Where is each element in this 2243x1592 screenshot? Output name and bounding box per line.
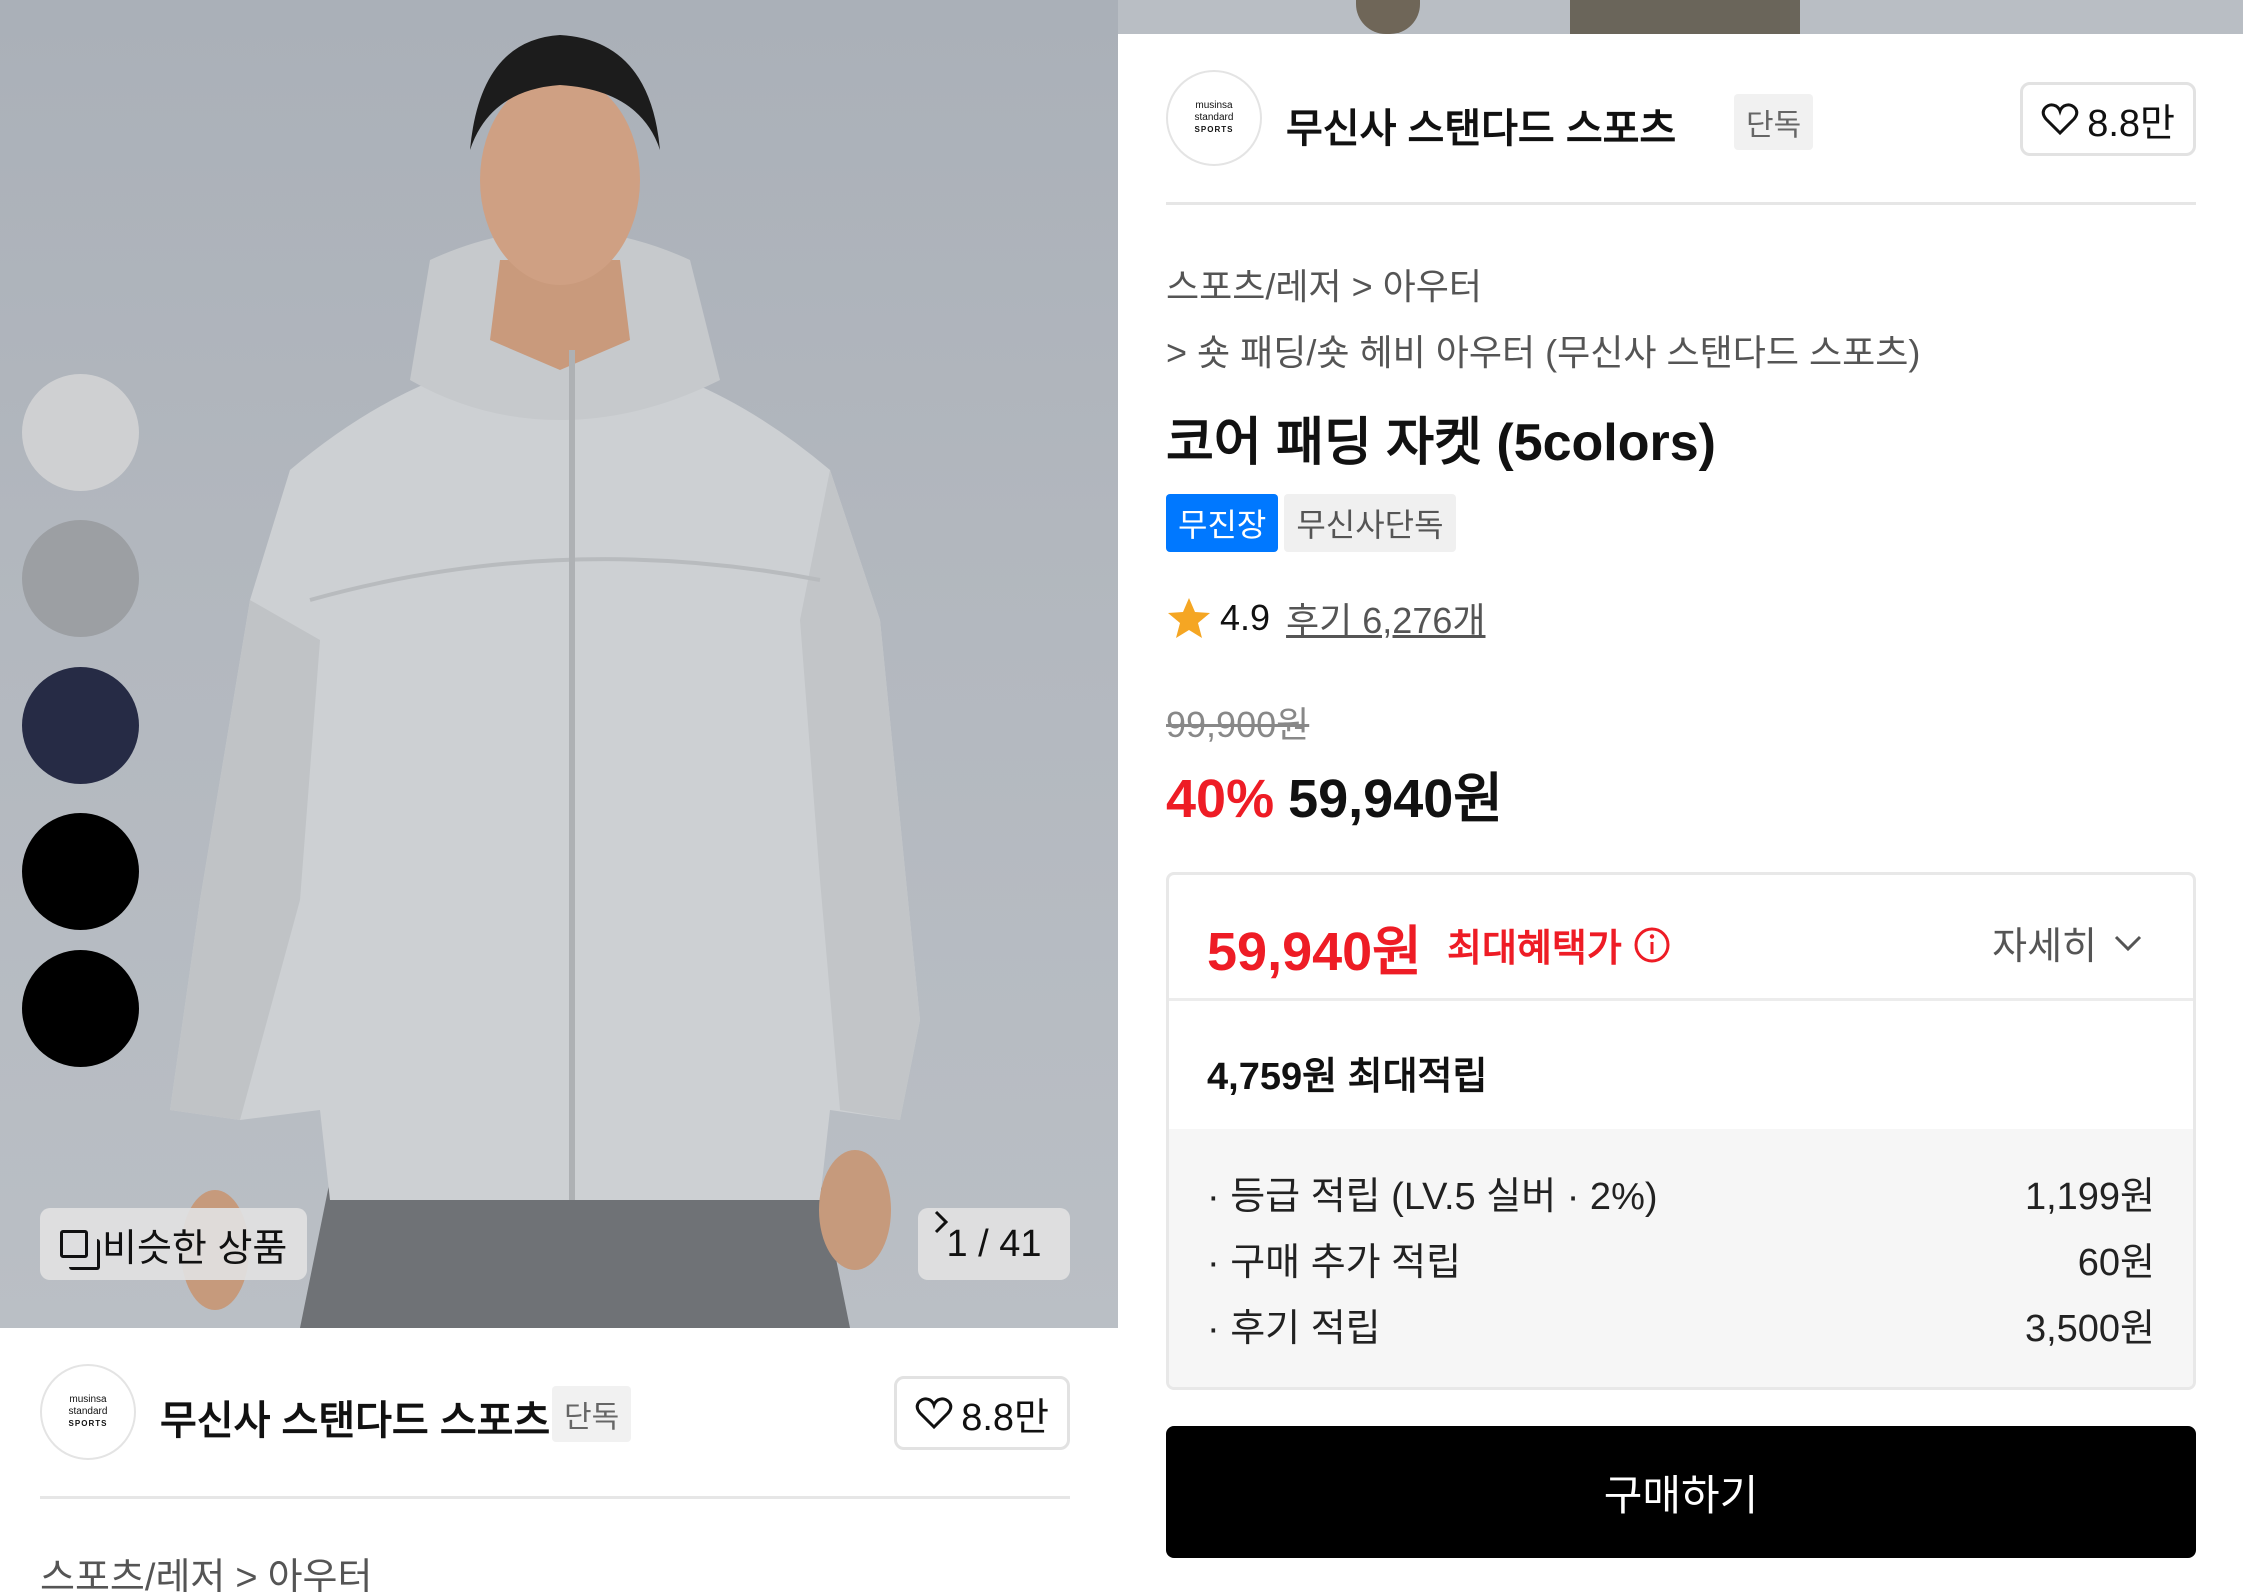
logo-line-1: musinsa	[69, 1394, 107, 1405]
detail-toggle-button[interactable]: 자세히	[1992, 915, 2143, 970]
logo-line-2: standard	[1194, 112, 1234, 123]
color-swatch-light-gray[interactable]	[22, 374, 139, 491]
breadcrumb: 스포츠/레저 > 아우터	[1166, 258, 1482, 310]
logo-line-3: SPORTS	[68, 1419, 108, 1428]
divider	[40, 1496, 1070, 1499]
breadcrumb-level3[interactable]: 숏 패딩/숏 헤비 아우터 (무신사 스탠다드 스포츠)	[1197, 332, 1920, 373]
benefit-box: 59,940원 최대혜택가 자세히 4,759원 최대적립 · 등급 적립 (L…	[1166, 872, 2196, 1390]
similar-label: 비슷한 상품	[102, 1227, 288, 1270]
point-value: 3,500원	[2024, 1307, 2155, 1350]
review-count-link[interactable]: 후기 6,276개	[1286, 592, 1485, 644]
breadcrumb-level1[interactable]: 스포츠/레저	[40, 1557, 225, 1592]
point-value: 1,199원	[2024, 1175, 2155, 1218]
chevron-right-icon: >	[1351, 266, 1373, 307]
image-counter-button[interactable]: 1 / 41	[918, 1208, 1070, 1280]
chevron-right-icon: >	[235, 1557, 258, 1592]
color-swatch-black[interactable]	[22, 813, 139, 930]
color-swatch-gray[interactable]	[22, 520, 139, 637]
exclusive-badge: 무신사단독	[1284, 494, 1456, 552]
max-benefit-label: 최대혜택가	[1447, 917, 1672, 972]
exclusive-tag: 단독	[552, 1386, 632, 1442]
breadcrumb-level2[interactable]: 아우터	[1383, 266, 1482, 307]
point-label: · 등급 적립 (LV.5 실버 · 2%)	[1207, 1175, 1658, 1218]
divider	[1166, 202, 2196, 205]
breadcrumb: 스포츠/레저 > 아우터	[40, 1546, 372, 1592]
brand-name[interactable]: 무신사 스탠다드 스포츠	[1286, 96, 1676, 154]
similar-icon	[60, 1230, 100, 1270]
breadcrumb-level2[interactable]: 아우터	[268, 1557, 373, 1592]
brand-header: musinsa standard SPORTS 무신사 스탠다드 스포츠 단독 …	[40, 1364, 1070, 1464]
sale-price-row: 40% 59,940원	[1166, 754, 1503, 833]
model-jacket-image	[170, 35, 920, 1328]
breadcrumb-level1[interactable]: 스포츠/레저	[1166, 266, 1342, 307]
badge-row: 무진장 무신사단독	[1166, 494, 1456, 552]
like-count: 8.8만	[961, 1396, 1049, 1439]
chevron-right-icon	[934, 1210, 949, 1234]
similar-products-button[interactable]: 비슷한 상품	[40, 1208, 308, 1280]
rating-score: 4.9	[1220, 597, 1271, 638]
event-badge: 무진장	[1166, 494, 1279, 552]
info-icon[interactable]	[1632, 925, 1672, 965]
point-value: 60원	[2077, 1241, 2155, 1284]
detail-label: 자세히	[1992, 926, 2097, 968]
point-row: · 후기 적립 3,500원	[1207, 1291, 2155, 1357]
logo-line-2: standard	[68, 1406, 108, 1417]
logo-line-3: SPORTS	[1194, 125, 1234, 134]
point-breakdown: · 등급 적립 (LV.5 실버 · 2%) 1,199원 · 구매 추가 적립…	[1169, 1129, 2193, 1387]
point-row: · 구매 추가 적립 60원	[1207, 1225, 2155, 1291]
point-label: · 구매 추가 적립	[1207, 1241, 1462, 1284]
like-count: 8.8만	[2087, 102, 2175, 145]
image-counter: 1 / 41	[946, 1222, 1042, 1265]
discount-percent: 40%	[1166, 769, 1275, 829]
brand-header: musinsa standard SPORTS 무신사 스탠다드 스포츠 단독 …	[1166, 70, 2196, 170]
benefit-header: 59,940원 최대혜택가 자세히	[1169, 875, 2193, 1001]
left-panel: 비슷한 상품 1 / 41 musinsa standard SPORTS 무신…	[0, 0, 1118, 1592]
buy-button[interactable]: 구매하기	[1166, 1426, 2196, 1558]
product-photo-edge	[1118, 0, 2243, 34]
star-icon	[1168, 598, 1210, 638]
chevron-down-icon	[2114, 935, 2142, 951]
max-benefit-label-text: 최대혜택가	[1447, 928, 1622, 970]
brand-logo[interactable]: musinsa standard SPORTS	[1166, 70, 1262, 166]
heart-icon	[915, 1397, 953, 1430]
right-panel: musinsa standard SPORTS 무신사 스탠다드 스포츠 단독 …	[1118, 0, 2243, 1592]
original-price: 99,900원	[1166, 704, 1310, 745]
photo-edge-shape	[1356, 0, 1420, 34]
product-title: 코어 패딩 자켓 (5colors)	[1166, 414, 1716, 472]
breadcrumb-sub: > 숏 패딩/숏 헤비 아우터 (무신사 스탠다드 스포츠)	[1166, 324, 1920, 376]
like-button[interactable]: 8.8만	[894, 1376, 1070, 1450]
color-swatch-black-2[interactable]	[22, 950, 139, 1067]
brand-name[interactable]: 무신사 스탠다드 스포츠	[160, 1388, 550, 1446]
product-photo[interactable]: 비슷한 상품 1 / 41	[0, 0, 1118, 1328]
sale-price: 59,940원	[1288, 769, 1503, 829]
photo-edge-shape	[1570, 0, 1800, 34]
color-swatch-navy[interactable]	[22, 667, 139, 784]
rating-row: 4.9 후기 6,276개	[1166, 592, 1486, 644]
chevron-right-icon: >	[1166, 332, 1188, 373]
brand-logo[interactable]: musinsa standard SPORTS	[40, 1364, 136, 1460]
logo-line-1: musinsa	[1195, 100, 1233, 111]
max-points: 4,759원 최대적립	[1207, 1056, 1488, 1098]
point-row: · 등급 적립 (LV.5 실버 · 2%) 1,199원	[1207, 1159, 2155, 1225]
max-benefit-price: 59,940원	[1207, 922, 1422, 982]
exclusive-tag: 단독	[1734, 94, 1814, 150]
max-points-row: 4,759원 최대적립	[1169, 1001, 2193, 1129]
heart-icon	[2041, 103, 2079, 136]
point-label: · 후기 적립	[1207, 1307, 1381, 1350]
like-button[interactable]: 8.8만	[2020, 82, 2196, 156]
